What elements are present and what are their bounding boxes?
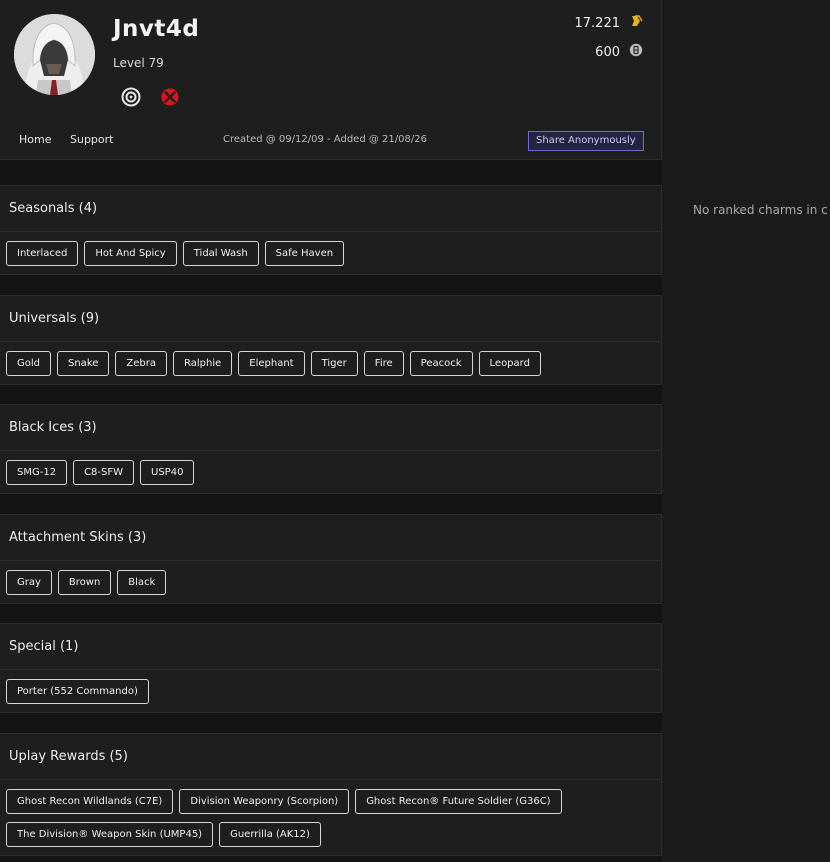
- section-title: Attachment Skins (3): [0, 515, 661, 561]
- profile-page: Jnvt4d Level 79 17.221 600 Home Support …: [0, 0, 662, 856]
- renown-icon: [629, 14, 643, 32]
- username: Jnvt4d: [113, 16, 200, 42]
- renown-stat: 17.221: [575, 14, 644, 32]
- charm-tag[interactable]: Black: [117, 570, 167, 595]
- ranked-charms-panel: No ranked charms in c: [662, 0, 830, 862]
- charm-tag[interactable]: Fire: [363, 351, 404, 376]
- charm-tag[interactable]: Safe Haven: [264, 241, 345, 266]
- nav-home-link[interactable]: Home: [19, 133, 51, 146]
- charm-tag[interactable]: Gold: [6, 351, 51, 376]
- charm-tag[interactable]: C8-SFW: [73, 460, 135, 485]
- charm-tag[interactable]: USP40: [140, 460, 195, 485]
- charm-tag[interactable]: Tidal Wash: [182, 241, 259, 266]
- xbox-icon[interactable]: [160, 87, 180, 107]
- charm-tag[interactable]: Tiger: [310, 351, 358, 376]
- charm-tag[interactable]: Interlaced: [6, 241, 79, 266]
- charm-tag[interactable]: Ralphie: [173, 351, 233, 376]
- section-title: Seasonals (4): [0, 186, 661, 232]
- charm-tag[interactable]: SMG-12: [6, 460, 68, 485]
- charm-tag[interactable]: Division Weaponry (Scorpion): [179, 789, 350, 814]
- share-anonymously-button[interactable]: Share Anonymously: [528, 131, 644, 151]
- section-attachment-skins: Attachment Skins (3) Gray Brown Black: [0, 514, 662, 604]
- charm-tag[interactable]: Hot And Spicy: [84, 241, 177, 266]
- profile-header: Jnvt4d Level 79 17.221 600 Home Support …: [0, 0, 662, 160]
- charm-tag[interactable]: Peacock: [409, 351, 473, 376]
- credits-stat: 600: [595, 43, 643, 61]
- credits-value: 600: [595, 44, 620, 60]
- section-title: Universals (9): [0, 296, 661, 342]
- uplay-icon[interactable]: [121, 87, 141, 107]
- charm-tag[interactable]: Brown: [57, 570, 112, 595]
- nav-support-link[interactable]: Support: [70, 133, 113, 146]
- section-seasonals: Seasonals (4) Interlaced Hot And Spicy T…: [0, 185, 662, 275]
- section-black-ices: Black Ices (3) SMG-12 C8-SFW USP40: [0, 404, 662, 494]
- player-level: Level 79: [113, 56, 164, 70]
- charm-tag[interactable]: Zebra: [115, 351, 167, 376]
- charm-tag[interactable]: Leopard: [478, 351, 541, 376]
- charm-tag[interactable]: Guerrilla (AK12): [219, 822, 321, 847]
- section-title: Black Ices (3): [0, 405, 661, 451]
- section-title: Uplay Rewards (5): [0, 734, 661, 780]
- charm-tag[interactable]: Ghost Recon® Future Soldier (G36C): [355, 789, 562, 814]
- charm-tag[interactable]: Snake: [57, 351, 110, 376]
- charm-tag[interactable]: Ghost Recon Wildlands (C7E): [6, 789, 174, 814]
- created-added-info: Created @ 09/12/09 - Added @ 21/08/26: [223, 134, 427, 145]
- no-ranked-charms-message: No ranked charms in c: [693, 203, 828, 217]
- avatar: [14, 14, 95, 95]
- charm-tag[interactable]: The Division® Weapon Skin (UMP45): [6, 822, 214, 847]
- charm-tag[interactable]: Gray: [6, 570, 52, 595]
- charm-tag[interactable]: Porter (552 Commando): [6, 679, 149, 704]
- section-uplay-rewards: Uplay Rewards (5) Ghost Recon Wildlands …: [0, 733, 662, 856]
- section-special: Special (1) Porter (552 Commando): [0, 623, 662, 713]
- credits-icon: [629, 43, 643, 61]
- section-title: Special (1): [0, 624, 661, 670]
- renown-value: 17.221: [574, 15, 621, 31]
- section-universals: Universals (9) Gold Snake Zebra Ralphie …: [0, 295, 662, 385]
- charm-tag[interactable]: Elephant: [238, 351, 305, 376]
